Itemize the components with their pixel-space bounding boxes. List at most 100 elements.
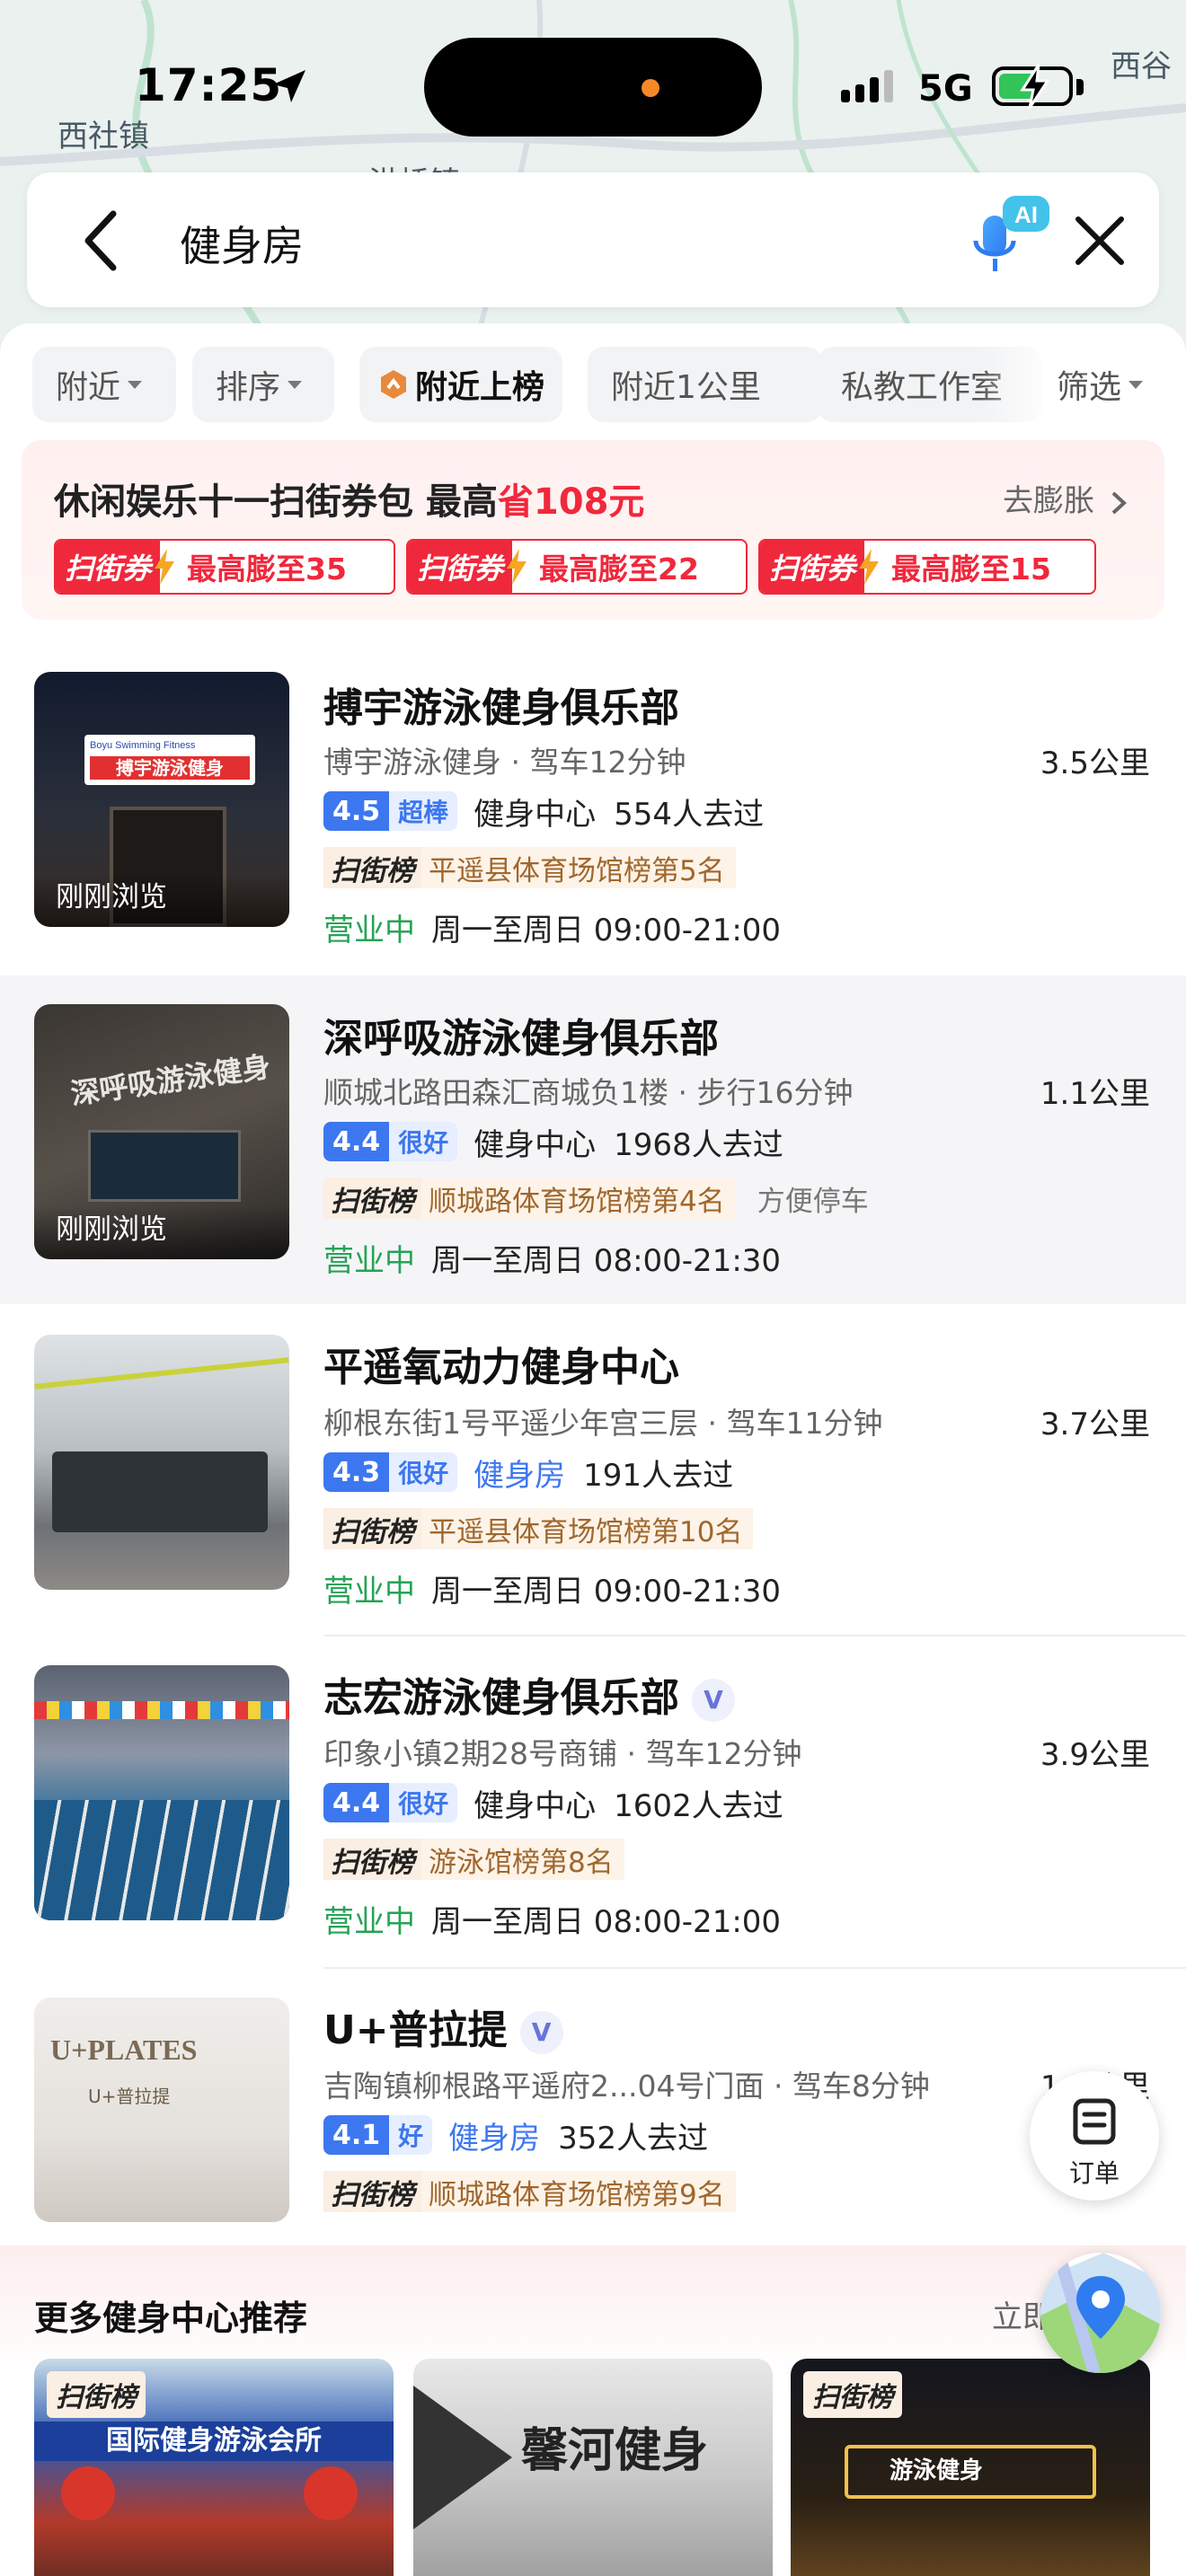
open-status: 营业中: [323, 1243, 415, 1279]
bolt-icon: [155, 549, 175, 585]
filter-nearby-label: 附近: [56, 369, 121, 406]
close-icon[interactable]: [1071, 212, 1128, 269]
result-distance: 3.9公里: [1040, 1737, 1150, 1773]
filter-nearby[interactable]: 附近: [32, 347, 176, 422]
rank-text: 平遥县体育场馆榜第5名: [421, 847, 736, 888]
result-rating-row: 4.3 很好 健身房 191人去过: [323, 1451, 733, 1494]
recommend-card-2[interactable]: 馨河健身: [413, 2359, 773, 2576]
rank-text: 顺城路体育场馆榜第9名: [421, 2171, 736, 2212]
photo-caption: 刚刚浏览: [56, 881, 167, 913]
hours-text: 周一至周日 09:00-21:30: [431, 1574, 782, 1610]
result-item-4[interactable]: 志宏游泳健身俱乐部 V 印象小镇2期28号商铺 · 驾车12分钟 3.9公里 4.…: [0, 1638, 1186, 1971]
result-category: 健身房: [448, 2120, 541, 2157]
result-title[interactable]: 深呼吸游泳健身俱乐部: [323, 1006, 719, 1063]
result-rank-row[interactable]: 扫街榜 顺城路体育场馆榜第4名 方便停车: [323, 1177, 869, 1220]
result-item-5[interactable]: U+PLATES U+普拉提 U+普拉提 V 吉陶镇柳根路平遥府2...04号门面…: [0, 1971, 1186, 2245]
result-rank-row[interactable]: 扫街榜 游泳馆榜第8名: [323, 1838, 624, 1881]
result-photo[interactable]: Boyu Swimming Fitness 搏宇游泳健身 刚刚浏览: [34, 672, 289, 927]
coupon-expand-link[interactable]: 去膨胀: [1003, 476, 1128, 520]
rating-badge: 4.3 很好: [323, 1452, 458, 1492]
result-distance: 3.7公里: [1040, 1407, 1150, 1442]
filter-sort[interactable]: 排序: [192, 347, 334, 422]
result-subtitle: 柳根东街1号平遥少年宫三层 · 驾车11分钟: [323, 1406, 883, 1441]
result-rating-row: 4.4 很好 健身中心 1968人去过: [323, 1121, 783, 1163]
card-sign: 游泳健身: [890, 2457, 984, 2484]
rating-badge: 4.4 很好: [323, 1783, 458, 1822]
result-title[interactable]: U+普拉提 V: [323, 1998, 563, 2055]
rating-score: 4.3: [323, 1452, 390, 1492]
rating-label: 很好: [389, 1783, 458, 1822]
ticket-tag: 扫街券: [760, 541, 865, 593]
filter-nearby-ranked[interactable]: 附近上榜: [359, 347, 562, 422]
photo-sign-cn: 搏宇游泳健身: [90, 756, 250, 780]
order-list-icon: [1073, 2098, 1116, 2145]
order-button[interactable]: 订单: [1030, 2071, 1159, 2201]
filter-within-1km[interactable]: 附近1公里: [588, 347, 823, 422]
verified-icon: V: [692, 1679, 735, 1722]
coupon-ticket-3[interactable]: 扫街券 最高膨至15: [758, 539, 1096, 595]
ticket-tag: 扫街券: [56, 541, 161, 593]
coupon-ticket-2[interactable]: 扫街券 最高膨至22: [406, 539, 748, 595]
ticket-value: 最高膨至22: [539, 551, 699, 587]
result-subtitle: 吉陶镇柳根路平遥府2...04号门面 · 驾车8分钟: [323, 2069, 930, 2104]
result-item-2[interactable]: 深呼吸游泳健身 刚刚浏览 深呼吸游泳健身俱乐部 顺城北路田森汇商城负1楼 · 步…: [0, 975, 1186, 1304]
result-hours: 营业中 周一至周日 09:00-21:00: [323, 905, 781, 949]
photo-caption: 刚刚浏览: [56, 1213, 167, 1246]
result-photo[interactable]: [34, 1665, 289, 1920]
filter-private-coach-label: 私教工作室: [841, 369, 1004, 406]
map-pin-icon: [1040, 2253, 1161, 2373]
rank-text: 游泳馆榜第8名: [421, 1839, 624, 1880]
card-badge: 扫街榜: [803, 2371, 902, 2418]
result-category: 健身中心: [474, 1126, 597, 1163]
card-sign: 馨河健身: [521, 2424, 709, 2478]
recommend-card-3[interactable]: 游泳健身 扫街榜: [791, 2359, 1150, 2576]
open-status: 营业中: [323, 913, 415, 948]
rank-tag: 扫街榜: [323, 847, 421, 888]
ticket-tag: 扫街券: [408, 541, 513, 593]
result-distance: 3.5公里: [1040, 745, 1150, 781]
result-item-1[interactable]: Boyu Swimming Fitness 搏宇游泳健身 刚刚浏览 搏宇游泳健身…: [0, 645, 1186, 972]
result-distance: 1.1公里: [1040, 1076, 1150, 1112]
result-visits: 554人去过: [614, 796, 765, 833]
result-photo[interactable]: U+PLATES U+普拉提: [34, 1998, 289, 2222]
rating-label: 好: [389, 2115, 433, 2155]
result-rank-row[interactable]: 扫街榜 平遥县体育场馆榜第5名: [323, 846, 736, 889]
hours-text: 周一至周日 09:00-21:00: [431, 913, 782, 948]
dynamic-island: [424, 38, 762, 137]
result-item-3[interactable]: 平遥氧动力健身中心 柳根东街1号平遥少年宫三层 · 驾车11分钟 3.7公里 4…: [0, 1308, 1186, 1636]
rating-score: 4.4: [323, 1122, 390, 1161]
back-arrow-icon[interactable]: [74, 205, 128, 277]
search-input[interactable]: 健身房: [180, 214, 304, 273]
result-rank-row[interactable]: 扫街榜 平遥县体育场馆榜第10名: [323, 1507, 754, 1550]
photo-sign-en: U+PLATES: [50, 2033, 198, 2066]
divider: [323, 1635, 1186, 1636]
rank-tag: 扫街榜: [323, 1508, 421, 1549]
result-photo[interactable]: 深呼吸游泳健身 刚刚浏览: [34, 1004, 289, 1259]
rank-text: 顺城路体育场馆榜第4名: [421, 1178, 736, 1219]
chevron-right-icon: [1111, 491, 1127, 514]
more-title: 更多健身中心推荐: [34, 2298, 308, 2338]
signal-icon: [841, 70, 893, 102]
result-title[interactable]: 志宏游泳健身俱乐部 V: [323, 1665, 735, 1723]
svg-text:AI: AI: [1014, 201, 1038, 228]
filter-button[interactable]: 筛选: [1051, 347, 1144, 422]
result-hours: 营业中 周一至周日 08:00-21:30: [323, 1236, 781, 1280]
photo-sign-cn: U+普拉提: [88, 2086, 171, 2107]
result-hours: 营业中 周一至周日 09:00-21:30: [323, 1566, 781, 1610]
map-view-button[interactable]: [1040, 2253, 1161, 2373]
result-photo[interactable]: [34, 1335, 289, 1590]
coupon-title: 休闲娱乐十一扫街券包 最高省108元: [54, 472, 644, 525]
status-time: 17:25: [135, 59, 283, 111]
divider: [323, 1967, 1186, 1969]
photo-sign-en: Boyu Swimming Fitness: [90, 740, 196, 751]
rating-score: 4.4: [323, 1783, 390, 1822]
coupon-ticket-1[interactable]: 扫街券 最高膨至35: [54, 539, 395, 595]
ai-voice-icon[interactable]: AI: [967, 196, 1049, 278]
rank-tag: 扫街榜: [323, 2171, 421, 2212]
result-title[interactable]: 平遥氧动力健身中心: [323, 1335, 679, 1392]
result-title[interactable]: 搏宇游泳健身俱乐部: [323, 675, 679, 733]
recommend-card-1[interactable]: 国际健身游泳会所 扫街榜: [34, 2359, 394, 2576]
result-rank-row[interactable]: 扫街榜 顺城路体育场馆榜第9名: [323, 2170, 736, 2213]
bolt-icon: [859, 549, 880, 585]
order-button-label: 订单: [1068, 2158, 1120, 2188]
